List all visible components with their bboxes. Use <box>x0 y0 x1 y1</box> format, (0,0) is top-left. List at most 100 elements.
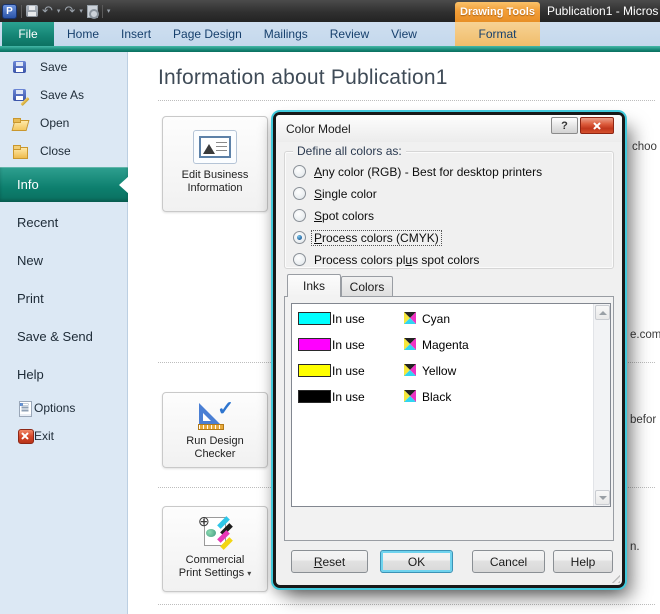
tab-review[interactable]: Review <box>319 22 380 46</box>
x-icon <box>18 428 32 443</box>
section-separator <box>158 604 655 605</box>
radio-any-color-rgb-best-for-desktop-printers[interactable]: Any color (RGB) - Best for desktop print… <box>293 165 544 178</box>
run-design-checker-button[interactable]: ✓ Run Design Checker <box>162 392 268 468</box>
radio-label: Single color <box>312 187 379 201</box>
design-checker-icon: ✓ <box>196 400 234 430</box>
tab-view[interactable]: View <box>380 22 428 46</box>
pencil-icon <box>20 97 29 106</box>
radio-label: Process colors plus spot colors <box>312 253 481 267</box>
ink-swatch <box>298 312 331 325</box>
redo-icon[interactable]: ↷ <box>64 3 75 19</box>
clipped-text-fragment: choo <box>632 141 657 153</box>
redo-dropdown-icon[interactable]: ▾ <box>79 7 83 15</box>
dialog-close-button[interactable] <box>580 117 614 134</box>
publisher-logo-icon[interactable]: P <box>2 4 17 19</box>
ink-status: In use <box>332 390 365 404</box>
ink-row-cyan[interactable]: In useCyan <box>292 312 592 326</box>
sidebar-item-options[interactable]: Options <box>0 398 128 418</box>
application-window: P ↶ ▾ ↷ ▾ ▾ Drawing Tools Publication1 -… <box>0 0 660 614</box>
close-icon <box>592 120 603 131</box>
undo-icon[interactable]: ↶ <box>42 3 53 19</box>
sidebar-item-label: New <box>17 253 43 268</box>
tab-page-design[interactable]: Page Design <box>162 22 253 46</box>
process-color-icon <box>404 338 416 350</box>
ok-button[interactable]: OK <box>380 550 453 573</box>
radio-process-colors-plus-spot-colors[interactable]: Process colors plus spot colors <box>293 253 544 266</box>
dialog-tab-inks[interactable]: Inks <box>287 274 341 297</box>
arrow-down-icon <box>599 496 607 500</box>
sidebar-item-print[interactable]: Print <box>0 288 128 308</box>
radio-button-icon <box>293 187 306 200</box>
save-icon[interactable] <box>26 5 38 17</box>
define-colors-groupbox: Define all colors as: Any color (RGB) - … <box>284 151 614 269</box>
dialog-tab-colors[interactable]: Colors <box>341 276 393 296</box>
ink-row-magenta[interactable]: In useMagenta <box>292 338 592 352</box>
radio-button-icon <box>293 209 306 222</box>
tab-insert[interactable]: Insert <box>110 22 162 46</box>
exit-icon <box>17 428 33 444</box>
edit-business-information-button[interactable]: Edit Business Information <box>162 116 268 212</box>
undo-dropdown-icon[interactable]: ▾ <box>57 7 61 15</box>
scroll-up-button[interactable] <box>595 305 610 320</box>
ink-swatch <box>298 390 331 403</box>
dropdown-caret-icon: ▾ <box>247 569 251 578</box>
scroll-down-button[interactable] <box>595 490 610 505</box>
inks-listbox[interactable]: In useCyanIn useMagentaIn useYellowIn us… <box>291 303 611 507</box>
sidebar-item-label: Save <box>40 60 67 74</box>
radio-label: Spot colors <box>312 209 376 223</box>
sidebar-item-open[interactable]: Open <box>0 113 128 133</box>
tile-label: Edit Business Information <box>182 169 249 201</box>
sidebar-item-label: Options <box>34 401 75 415</box>
print-preview-icon[interactable] <box>87 5 98 18</box>
radio-single-color[interactable]: Single color <box>293 187 544 200</box>
ink-row-black[interactable]: In use Black <box>292 390 592 404</box>
sidebar-item-save-send[interactable]: Save & Send <box>0 326 128 346</box>
sidebar-item-label: Exit <box>34 429 54 443</box>
sidebar-item-new[interactable]: New <box>0 250 128 270</box>
process-color-icon <box>404 364 416 376</box>
sidebar-item-exit[interactable]: Exit <box>0 426 128 446</box>
tab-mailings[interactable]: Mailings <box>253 22 319 46</box>
sidebar-item-label: Print <box>17 291 44 306</box>
sidebar-item-save-as[interactable]: Save As <box>0 85 128 105</box>
section-separator <box>158 100 655 101</box>
help-button[interactable]: Help <box>553 550 613 573</box>
tab-home[interactable]: Home <box>56 22 110 46</box>
sidebar-item-label: Close <box>40 144 71 158</box>
radio-button-icon <box>293 253 306 266</box>
tile-label: Commercial Print Settings ▾ <box>179 554 252 586</box>
dialog-title: Color Model <box>286 122 351 136</box>
customize-qat-icon[interactable]: ▾ <box>107 7 111 15</box>
sidebar-item-info[interactable]: Info <box>0 167 128 202</box>
backstage-sidebar: Save Save As Open Close Info Recent New Print Sa… <box>0 52 128 614</box>
qat-separator <box>102 5 103 18</box>
sidebar-item-label: Help <box>17 367 44 382</box>
dialog-help-button[interactable]: ? <box>551 117 578 134</box>
sidebar-item-help[interactable]: Help <box>0 364 128 384</box>
reset-button[interactable]: Reset <box>291 550 368 573</box>
radio-process-colors-cmyk[interactable]: Process colors (CMYK) <box>293 231 544 244</box>
open-folder-icon <box>12 115 28 131</box>
sidebar-item-recent[interactable]: Recent <box>0 212 128 232</box>
dialog-titlebar[interactable]: Color Model ? <box>276 115 622 142</box>
radio-button-icon <box>293 231 306 244</box>
window-titlebar[interactable]: P ↶ ▾ ↷ ▾ ▾ Drawing Tools Publication1 -… <box>0 0 660 22</box>
radio-spot-colors[interactable]: Spot colors <box>293 209 544 222</box>
inks-tab-page: In useCyanIn useMagentaIn useYellowIn us… <box>284 296 614 541</box>
ink-name: Black <box>422 390 451 404</box>
commercial-print-settings-button[interactable]: ⊕ Commercial Print Settings ▾ <box>162 506 268 592</box>
sidebar-item-label: Save & Send <box>17 329 93 344</box>
groupbox-label: Define all colors as: <box>293 144 406 158</box>
sidebar-item-save[interactable]: Save <box>0 57 128 77</box>
ribbon-tabs: HomeInsertPage DesignMailingsReviewView <box>56 22 428 46</box>
ink-name: Magenta <box>422 338 469 352</box>
clipped-text-fragment: e.com <box>630 329 660 341</box>
tab-format[interactable]: Format <box>455 22 540 46</box>
sidebar-item-close[interactable]: Close <box>0 141 128 161</box>
cancel-button[interactable]: Cancel <box>472 550 545 573</box>
sidebar-item-label: Save As <box>40 88 84 102</box>
sidebar-item-label: Info <box>17 177 39 192</box>
tab-file[interactable]: File <box>2 22 54 46</box>
save-as-icon <box>12 87 28 103</box>
ink-row-yellow[interactable]: In useYellow <box>292 364 592 378</box>
